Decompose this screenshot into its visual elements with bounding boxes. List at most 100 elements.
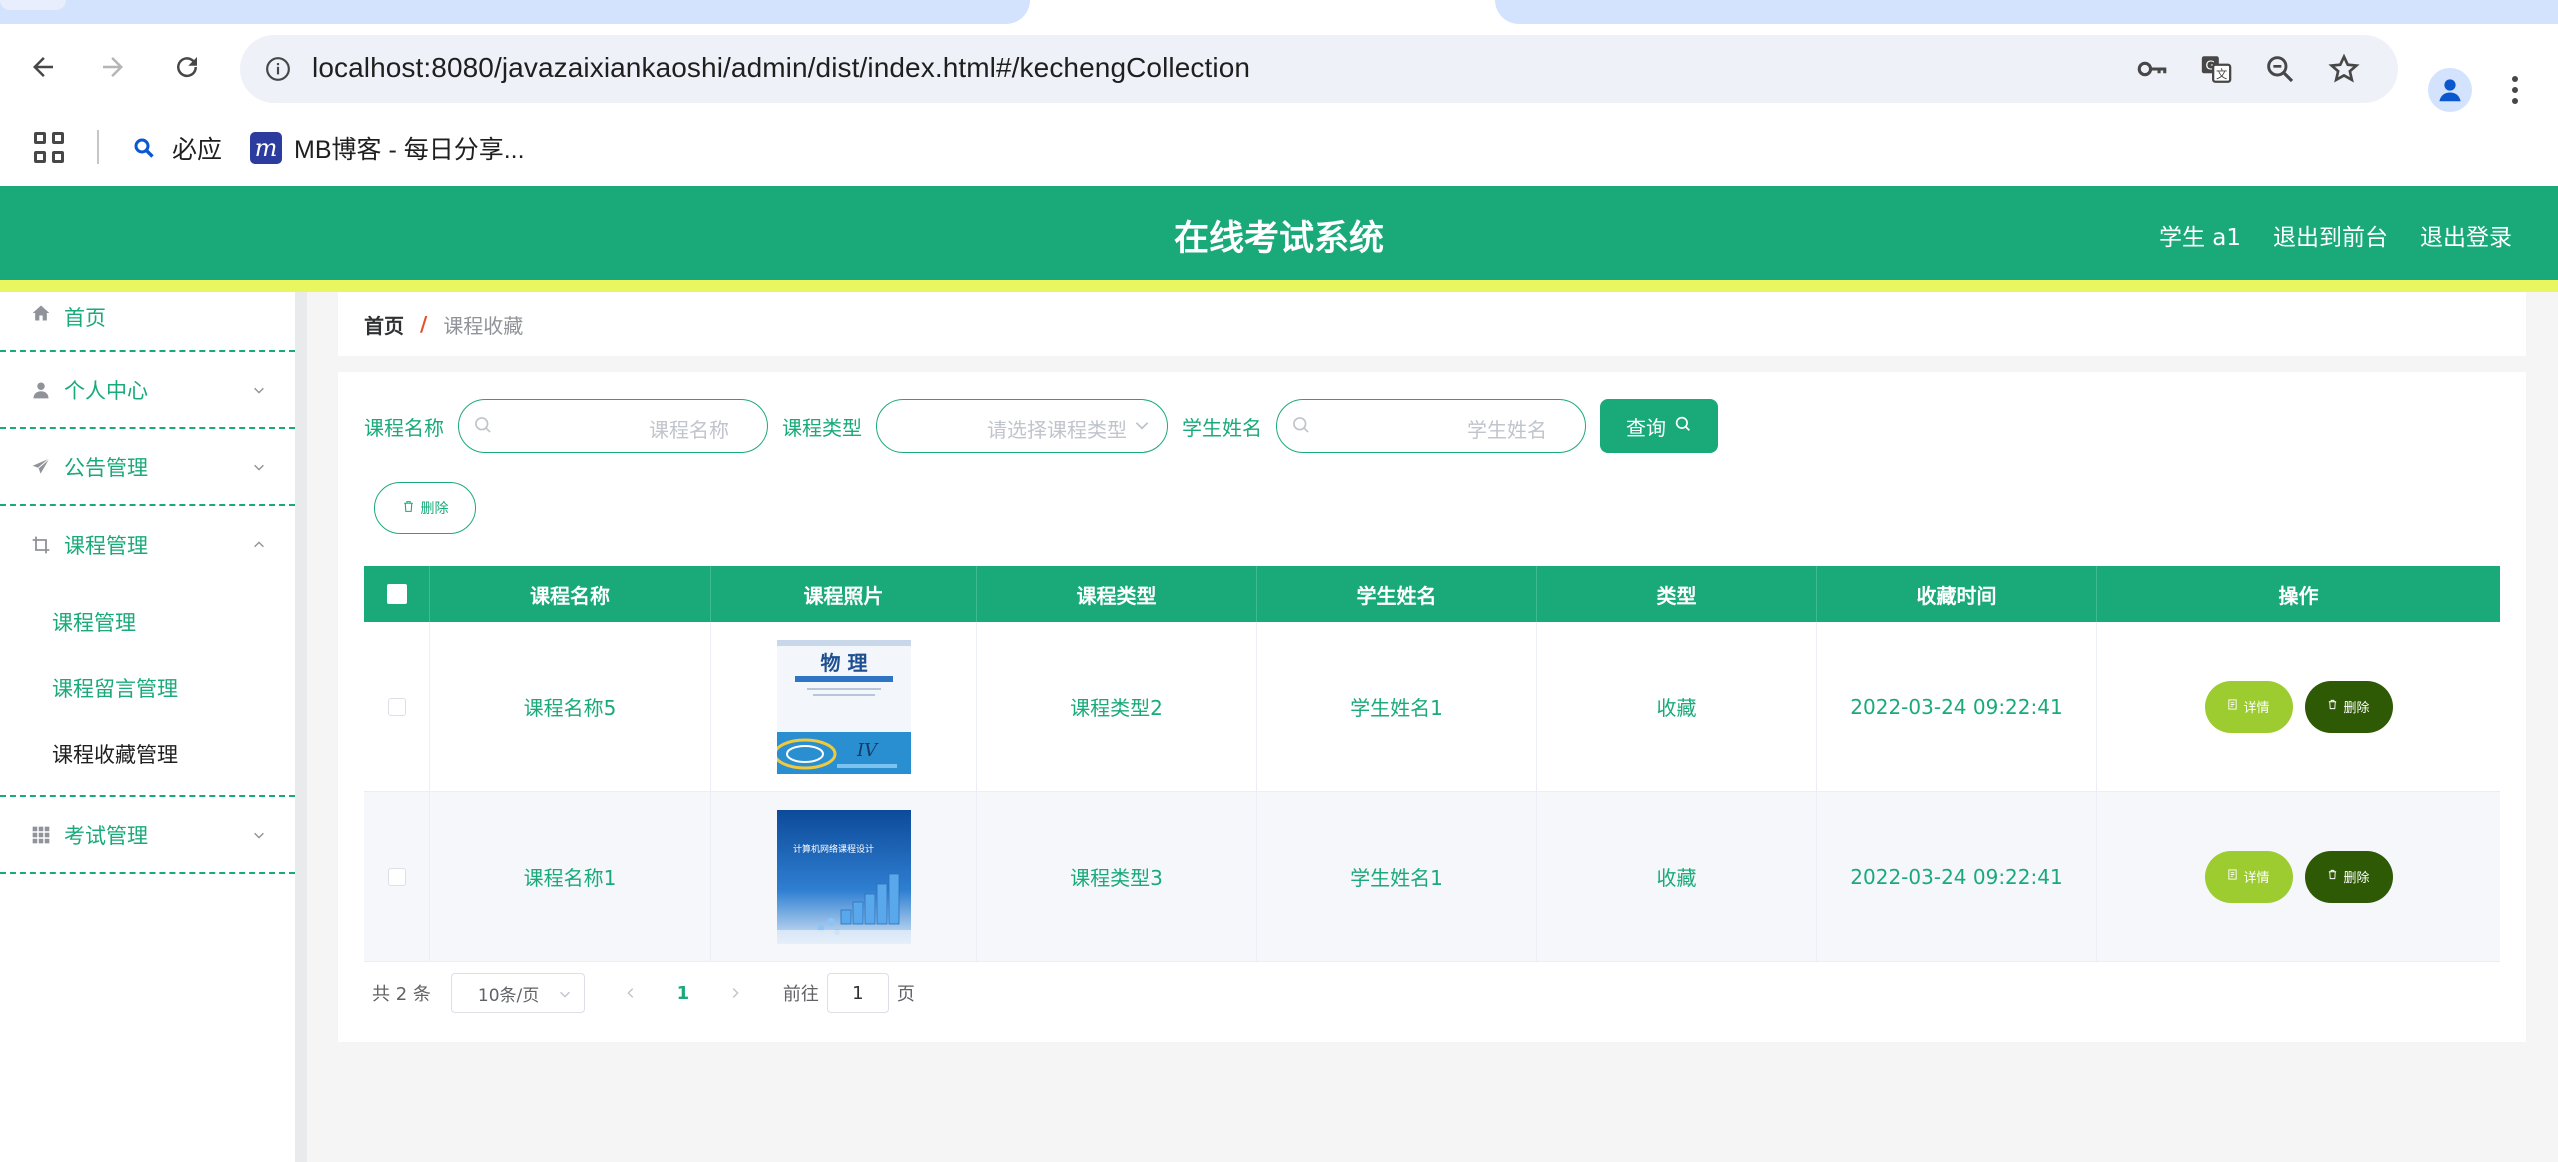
chevron-down-icon <box>251 382 267 398</box>
reload-icon[interactable] <box>164 44 210 90</box>
page-jumper: 前往 1 页 <box>783 973 915 1013</box>
collection-time-cell: 2022-03-24 09:22:41 <box>1817 622 2097 791</box>
user-icon <box>30 379 52 401</box>
table-row: 课程名称1 计算机网络课程设计 课程类型3 学生姓名1 收藏 2022-03-2… <box>364 792 2500 962</box>
row-select-cell <box>364 792 430 961</box>
next-page-icon[interactable] <box>715 973 755 1013</box>
current-user-link[interactable]: 学生 a1 <box>2159 218 2241 252</box>
browser-toolbar: localhost:8080/javazaixiankaoshi/admin/d… <box>0 24 2558 116</box>
student-name-cell: 学生姓名1 <box>1257 792 1537 961</box>
search-icon <box>1674 414 1692 438</box>
network-book-cover: 计算机网络课程设计 <box>776 809 911 944</box>
detail-label: 详情 <box>2243 701 2270 716</box>
sidebar-item-label: 公告管理 <box>64 455 148 480</box>
profile-avatar-icon[interactable] <box>2428 68 2472 112</box>
chevron-down-icon <box>251 459 267 475</box>
delete-button[interactable]: 删除 <box>2304 850 2393 903</box>
goto-page-input[interactable]: 1 <box>826 973 889 1013</box>
svg-text:物 理: 物 理 <box>820 651 867 675</box>
content-card: 课程名称 课程名称 课程类型 请选择课程类型 学生姓名 学生姓名 查询 删除 课… <box>338 372 2526 1042</box>
row-checkbox[interactable] <box>387 697 406 716</box>
browser-menu-icon[interactable] <box>2500 70 2530 110</box>
pagination: 共 2 条 10条/页 1 前往 1 页 <box>372 972 915 1014</box>
sidebar-item-exam-management[interactable]: 考试管理 <box>0 797 295 874</box>
total-count: 共 2 条 <box>372 984 431 1005</box>
inactive-tab-area-left[interactable] <box>0 0 1030 24</box>
column-header: 学生姓名 <box>1257 566 1537 622</box>
logout-link[interactable]: 退出登录 <box>2420 218 2512 252</box>
collection-time-cell: 2022-03-24 09:22:41 <box>1817 792 2097 961</box>
app-header: 在线考试系统 学生 a1 退出到前台 退出登录 <box>0 186 2558 280</box>
password-key-icon[interactable] <box>2132 49 2172 89</box>
search-form: 课程名称 课程名称 课程类型 请选择课程类型 学生姓名 学生姓名 查询 <box>364 398 1718 454</box>
chevron-down-icon <box>251 827 267 843</box>
detail-button[interactable]: 详情 <box>2204 850 2293 903</box>
sidebar-item-label: 课程管理 <box>64 533 148 558</box>
delete-button[interactable]: 删除 <box>2304 680 2393 733</box>
bookmark-mb-blog[interactable]: m MB博客 - 每日分享... <box>250 128 525 168</box>
inactive-tab-area-right[interactable] <box>1495 0 2558 24</box>
course-type-select[interactable]: 请选择课程类型 <box>876 399 1168 453</box>
url-text[interactable]: localhost:8080/javazaixiankaoshi/admin/d… <box>312 52 1250 84</box>
chevron-up-icon <box>251 537 267 553</box>
trash-icon <box>2327 869 2338 884</box>
bookmarks-bar: 必应 m MB博客 - 每日分享... <box>0 116 2558 186</box>
batch-delete-button[interactable]: 删除 <box>374 482 476 534</box>
translate-icon[interactable]: G文 <box>2196 49 2236 89</box>
zoom-icon[interactable] <box>2260 49 2300 89</box>
address-bar[interactable]: localhost:8080/javazaixiankaoshi/admin/d… <box>240 35 2398 103</box>
course-submenu: 课程管理 课程留言管理 课程收藏管理 <box>0 583 295 797</box>
crop-icon <box>30 534 52 556</box>
sidebar-item-home[interactable]: 首页 <box>0 292 295 352</box>
course-type-placeholder: 请选择课程类型 <box>987 418 1127 442</box>
row-checkbox[interactable] <box>387 867 406 886</box>
column-header: 课程名称 <box>430 566 711 622</box>
batch-delete-label: 删除 <box>420 501 449 517</box>
sidebar-subitem-course-management[interactable]: 课程管理 <box>0 589 295 655</box>
svg-text:文: 文 <box>2216 67 2227 81</box>
delete-label: 删除 <box>2343 871 2370 886</box>
active-tab[interactable] <box>1030 0 1495 24</box>
sidebar-item-course-management[interactable]: 课程管理 <box>0 506 295 583</box>
exit-to-frontend-link[interactable]: 退出到前台 <box>2273 218 2388 252</box>
bookmarks-divider <box>97 130 99 164</box>
forward-icon[interactable] <box>90 44 136 90</box>
site-info-icon[interactable] <box>254 45 302 93</box>
search-icon <box>128 132 160 164</box>
sidebar-item-personal-center[interactable]: 个人中心 <box>0 352 295 429</box>
bookmark-star-icon[interactable] <box>2324 49 2364 89</box>
back-icon[interactable] <box>20 44 66 90</box>
course-name-input[interactable]: 课程名称 <box>458 399 768 453</box>
bookmark-label: 必应 <box>172 136 223 164</box>
page-size-select[interactable]: 10条/页 <box>450 973 585 1013</box>
column-header: 收藏时间 <box>1817 566 2097 622</box>
sidebar-subitem-course-collection[interactable]: 课程收藏管理 <box>0 721 295 787</box>
query-button[interactable]: 查询 <box>1600 399 1718 453</box>
bookmark-bing[interactable]: 必应 <box>128 128 222 168</box>
student-name-input[interactable]: 学生姓名 <box>1276 399 1586 453</box>
breadcrumb-home[interactable]: 首页 <box>364 310 404 339</box>
course-name-cell: 课程名称1 <box>430 792 711 961</box>
prev-page-icon[interactable] <box>611 973 651 1013</box>
search-icon <box>473 415 495 437</box>
breadcrumb-current: 课程收藏 <box>443 313 524 338</box>
column-header: 课程类型 <box>977 566 1257 622</box>
sidebar-subitem-course-comments[interactable]: 课程留言管理 <box>0 655 295 721</box>
header-accent-strip <box>0 280 2558 292</box>
course-type-label: 课程类型 <box>782 415 862 440</box>
breadcrumb-separator: / <box>420 312 428 336</box>
apps-grid-icon[interactable] <box>34 132 66 164</box>
trash-icon <box>402 500 415 517</box>
query-button-label: 查询 <box>1626 415 1666 440</box>
sidebar-item-announcements[interactable]: 公告管理 <box>0 429 295 506</box>
type-cell: 收藏 <box>1537 622 1817 791</box>
header-links: 学生 a1 退出到前台 退出登录 <box>2159 218 2512 252</box>
course-type-cell: 课程类型3 <box>977 792 1257 961</box>
select-all-checkbox[interactable] <box>386 584 407 604</box>
table-row: 课程名称5 物 理 IV 课程类型2 学生姓名1 收藏 2022-03-24 0… <box>364 622 2500 792</box>
document-icon <box>2227 869 2238 884</box>
physics-book-cover: 物 理 IV <box>776 639 911 774</box>
detail-button[interactable]: 详情 <box>2204 680 2293 733</box>
page-number[interactable]: 1 <box>663 973 703 1013</box>
select-all-cell <box>364 566 430 622</box>
